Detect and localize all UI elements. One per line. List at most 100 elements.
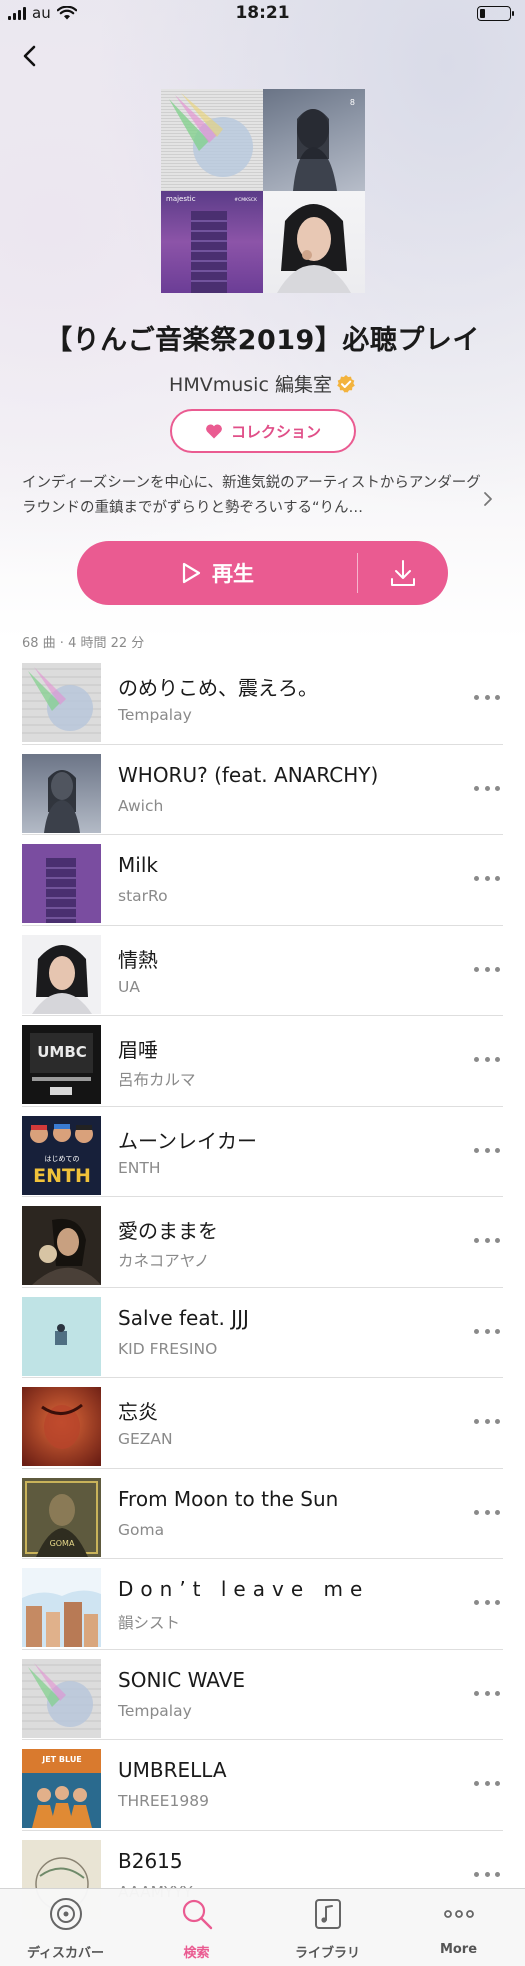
collection-button[interactable]: コレクション — [170, 409, 356, 453]
track-row[interactable]: 愛のままを カネコアヤノ — [0, 1197, 525, 1288]
more-options-icon[interactable] — [474, 1419, 500, 1427]
thumb-enth-text: ENTH — [33, 1165, 91, 1187]
more-options-icon[interactable] — [474, 785, 500, 794]
track-row[interactable]: WHORU? (feat. ANARCHY) Awich — [0, 745, 525, 835]
track-title: WHORU? (feat. ANARCHY) — [118, 762, 379, 787]
more-options-icon[interactable] — [474, 1328, 500, 1337]
play-controls: 再生 — [77, 541, 448, 605]
track-list: のめりこめ、震えろ。 Tempalay WHORU? (feat. ANARCH… — [0, 654, 525, 1921]
disc-icon — [49, 1898, 82, 1930]
track-row[interactable]: のめりこめ、震えろ。 Tempalay — [0, 654, 525, 745]
playlist-cover: 8 majestic #CMKSCK — [161, 89, 365, 293]
track-artist: UA — [118, 977, 140, 996]
cover-art-tempalay — [169, 93, 253, 177]
tab-bar: ディスカバー 検索 ライブラリ More — [0, 1888, 525, 1966]
album-art-kid-fresino — [22, 1296, 101, 1376]
thumb-three-text: JET BLUE — [41, 1755, 82, 1764]
album-art-tempalay — [22, 663, 101, 742]
more-options-icon[interactable] — [474, 695, 500, 703]
album-art-gezan — [22, 1387, 101, 1466]
album-art-awich — [22, 753, 101, 833]
tab-discover[interactable]: ディスカバー — [0, 1889, 131, 1966]
heart-icon — [206, 424, 222, 439]
track-artist: KID FRESINO — [118, 1339, 218, 1358]
playlist-meta: 68 曲 · 4 時間 22 分 — [22, 636, 145, 651]
track-row[interactable]: UMBC 眉唾 呂布カルマ — [0, 1016, 525, 1107]
music-note-icon — [314, 1899, 341, 1929]
play-button[interactable]: 再生 — [77, 541, 357, 605]
download-button[interactable] — [358, 541, 448, 605]
tab-label: ライブラリ — [294, 1946, 360, 1961]
track-title: UMBRELLA — [118, 1758, 227, 1782]
thumb-umbc-text: UMBC — [37, 1043, 87, 1061]
more-options-icon[interactable] — [474, 1600, 500, 1608]
track-title: Milk — [118, 853, 158, 877]
thumb-enth-small-text: はじめての — [45, 1155, 80, 1163]
track-artist: 呂布カルマ — [118, 1071, 196, 1089]
playlist-curator[interactable]: HMVmusic 編集室 — [0, 370, 525, 397]
tab-more[interactable]: More — [393, 1889, 524, 1966]
search-icon — [182, 1899, 212, 1930]
track-row[interactable]: Salve feat. JJJ KID FRESINO — [0, 1288, 525, 1378]
battery-icon — [477, 6, 514, 21]
tab-label: 検索 — [183, 1946, 210, 1961]
track-row[interactable]: 忘炎 GEZAN — [0, 1378, 525, 1469]
track-title: 情熱 — [118, 947, 158, 972]
more-options-icon[interactable] — [474, 1781, 500, 1789]
chevron-right-icon[interactable] — [481, 489, 495, 509]
track-artist: ENTH — [118, 1158, 161, 1177]
track-row[interactable]: 情熱 UA — [0, 926, 525, 1016]
back-chevron-icon[interactable] — [18, 44, 42, 68]
track-artist: カネコアヤノ — [118, 1252, 210, 1270]
more-options-icon[interactable] — [474, 876, 500, 884]
status-bar: au 18:21 — [0, 0, 525, 28]
album-art-starro — [22, 844, 101, 923]
play-icon — [182, 562, 201, 584]
track-artist: GEZAN — [118, 1430, 173, 1448]
more-options-icon[interactable] — [474, 1871, 500, 1880]
track-title: 忘炎 — [118, 1400, 158, 1424]
more-options-icon[interactable] — [474, 1509, 500, 1518]
play-label: 再生 — [212, 562, 254, 586]
album-art-goma: GOMA — [22, 1477, 101, 1557]
cover-tile-ua — [263, 191, 365, 293]
track-artist: THREE1989 — [118, 1792, 209, 1810]
album-art-ryofu-karma: UMBC — [22, 1025, 101, 1104]
cover-awich-badge: 8 — [350, 98, 355, 107]
tab-label: ディスカバー — [26, 1946, 105, 1961]
more-options-icon[interactable] — [474, 1057, 500, 1065]
more-options-icon[interactable] — [474, 966, 500, 975]
tab-library[interactable]: ライブラリ — [262, 1889, 393, 1966]
track-title: B2615 — [118, 1848, 183, 1873]
curator-name: HMVmusic 編集室 — [169, 374, 332, 396]
track-artist: starRo — [118, 887, 168, 905]
cover-art-ua — [277, 204, 351, 293]
track-row[interactable]: Don’t leave me 韻シスト — [0, 1559, 525, 1650]
track-artist: 韻シスト — [118, 1614, 181, 1632]
album-art-three1989: JET BLUE — [22, 1749, 101, 1828]
track-title: ムーンレイカー — [118, 1128, 257, 1153]
album-art-tempalay-sonic-wave — [22, 1658, 101, 1738]
more-options-icon[interactable] — [474, 1147, 500, 1156]
track-row[interactable]: JET BLUE UMBRELLA THREE1989 — [0, 1740, 525, 1831]
track-row[interactable]: SONIC WAVE Tempalay — [0, 1650, 525, 1740]
track-title: 眉唾 — [118, 1038, 158, 1062]
playlist-title: 【りんご音楽祭2019】必聴プレイ — [45, 325, 480, 356]
album-art-inshisuto — [22, 1568, 101, 1647]
track-row[interactable]: Milk starRo — [0, 835, 525, 926]
more-options-icon[interactable] — [474, 1690, 500, 1699]
track-artist: Goma — [118, 1520, 165, 1539]
more-options-icon[interactable] — [474, 1238, 500, 1246]
track-row[interactable]: はじめての ENTH ムーンレイカー ENTH — [0, 1107, 525, 1197]
track-title: 愛のままを — [118, 1219, 218, 1243]
track-row[interactable]: GOMA From Moon to the Sun Goma — [0, 1469, 525, 1559]
cover-art-starro: majestic #CMKSCK — [166, 195, 258, 293]
verified-badge-icon — [337, 375, 355, 393]
clock: 18:21 — [235, 3, 290, 23]
track-artist: Awich — [118, 796, 164, 815]
playlist-description[interactable]: インディーズシーンを中心に、新進気鋭のアーティストからアンダーグラウンドの重鎮ま… — [22, 471, 482, 521]
track-title: From Moon to the Sun — [118, 1486, 339, 1511]
track-title: SONIC WAVE — [118, 1667, 246, 1692]
tab-search[interactable]: 検索 — [131, 1889, 262, 1966]
thumb-goma-text: GOMA — [50, 1539, 75, 1548]
